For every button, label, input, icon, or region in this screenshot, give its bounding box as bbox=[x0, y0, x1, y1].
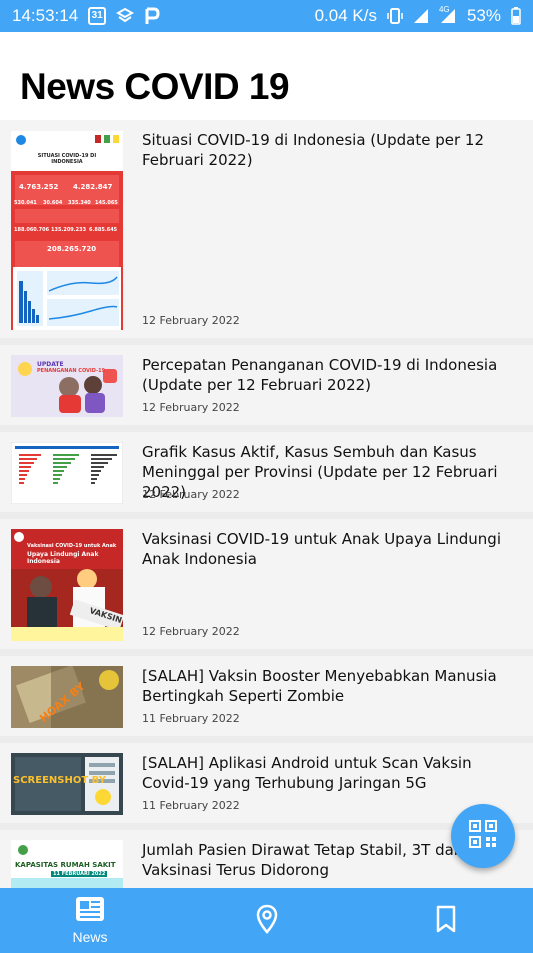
thumb-stat: 30.604 bbox=[43, 200, 63, 206]
nav-bookmarks[interactable] bbox=[396, 888, 496, 953]
vibrate-icon bbox=[387, 7, 403, 25]
news-thumbnail: UPDATE PENANGANAN COVID-19 bbox=[11, 355, 123, 417]
signal-icon bbox=[413, 8, 429, 24]
layers-icon bbox=[116, 7, 135, 25]
news-thumbnail: SCREENSHOT BY bbox=[11, 753, 123, 815]
battery-icon bbox=[511, 7, 521, 25]
nav-map[interactable] bbox=[217, 888, 317, 953]
thumb-stamp: SCREENSHOT BY bbox=[13, 775, 106, 786]
thumb-label: KAPASITAS RUMAH SAKIT bbox=[15, 861, 116, 869]
nav-news-label: News bbox=[72, 929, 108, 945]
thumb-stat: 4.763.252 bbox=[19, 183, 59, 191]
status-right: 0.04 K/s 4G 53% bbox=[314, 5, 521, 26]
news-date: 11 February 2022 bbox=[142, 712, 240, 725]
status-bar: 14:53:14 31 0.04 K/s 4G 53% bbox=[0, 0, 533, 32]
location-pin-icon bbox=[256, 904, 278, 938]
news-thumbnail: HOAX BY bbox=[11, 666, 123, 728]
news-title: [SALAH] Vaksin Booster Menyebabkan Manus… bbox=[142, 667, 497, 705]
news-thumbnail: SITUASI COVID-19 DI INDONESIA 4.763.252 … bbox=[11, 131, 123, 330]
newspaper-icon bbox=[75, 896, 105, 926]
news-date: 11 February 2022 bbox=[142, 799, 240, 812]
nav-news[interactable]: News bbox=[40, 888, 140, 953]
thumb-label: Vaksinasi COVID-19 untuk Anak bbox=[27, 543, 117, 549]
thumb-stat: 335.340 bbox=[68, 200, 91, 206]
news-list[interactable]: SITUASI COVID-19 DI INDONESIA 4.763.252 … bbox=[0, 120, 533, 888]
news-date: 12 February 2022 bbox=[142, 488, 240, 501]
news-thumbnail: Vaksinasi COVID-19 untuk Anak Upaya Lind… bbox=[11, 529, 123, 641]
status-left: 14:53:14 31 bbox=[12, 6, 160, 26]
thumb-label: Upaya Lindungi Anak Indonesia bbox=[27, 551, 99, 565]
news-card[interactable]: Grafik Kasus Aktif, Kasus Sembuh dan Kas… bbox=[0, 432, 533, 512]
news-thumbnail: KAPASITAS RUMAH SAKIT 11 FEBRUARI 2022 bbox=[11, 840, 123, 888]
news-card[interactable]: SITUASI COVID-19 DI INDONESIA 4.763.252 … bbox=[0, 120, 533, 338]
network-type: 4G bbox=[438, 5, 450, 14]
network-speed: 0.04 K/s bbox=[314, 6, 377, 25]
signal-4g-icon: 4G bbox=[438, 5, 457, 24]
qr-code-icon bbox=[469, 820, 497, 852]
p-app-icon bbox=[144, 7, 160, 25]
thumb-stat: 208.265.720 bbox=[47, 245, 97, 253]
news-card[interactable]: UPDATE PENANGANAN COVID-19 Percepatan Pe… bbox=[0, 345, 533, 425]
thumb-stat: 135.209.233 bbox=[51, 227, 87, 233]
news-thumbnail bbox=[11, 442, 123, 504]
thumb-stat: 4.282.847 bbox=[73, 183, 113, 191]
thumb-stat: 530.041 bbox=[14, 200, 37, 206]
news-card[interactable]: HOAX BY [SALAH] Vaksin Booster Menyebabk… bbox=[0, 656, 533, 736]
news-date: 12 February 2022 bbox=[142, 625, 240, 638]
calendar-icon: 31 bbox=[88, 7, 107, 25]
thumb-title: SITUASI COVID-19 DI INDONESIA bbox=[37, 153, 97, 165]
thumb-stat: 145.065 bbox=[95, 200, 118, 206]
news-date: 12 February 2022 bbox=[142, 401, 240, 414]
news-title: Situasi COVID-19 di Indonesia (Update pe… bbox=[142, 131, 485, 169]
bottom-navigation: News bbox=[0, 888, 533, 953]
thumb-stat: 6.885.645 bbox=[89, 227, 118, 233]
battery-percent: 53% bbox=[466, 6, 501, 25]
news-date: 12 February 2022 bbox=[142, 314, 240, 327]
status-time: 14:53:14 bbox=[12, 6, 79, 25]
news-title: Percepatan Penanganan COVID-19 di Indone… bbox=[142, 356, 498, 394]
thumb-label: PENANGANAN COVID-19 bbox=[37, 368, 106, 374]
news-title: [SALAH] Aplikasi Android untuk Scan Vaks… bbox=[142, 754, 472, 792]
news-title: Vaksinasi COVID-19 untuk Anak Upaya Lind… bbox=[142, 530, 501, 568]
thumb-label: UPDATE bbox=[37, 361, 64, 368]
bookmark-icon bbox=[435, 905, 457, 937]
page-title: News COVID 19 bbox=[20, 66, 290, 107]
calendar-day: 31 bbox=[91, 10, 103, 21]
news-card[interactable]: Vaksinasi COVID-19 untuk Anak Upaya Lind… bbox=[0, 519, 533, 649]
thumb-stat: 188.060.706 bbox=[14, 227, 50, 233]
scan-qr-button[interactable] bbox=[451, 804, 515, 868]
news-card[interactable]: SCREENSHOT BY [SALAH] Aplikasi Android u… bbox=[0, 743, 533, 823]
thumb-label: 11 FEBRUARI 2022 bbox=[51, 871, 108, 877]
